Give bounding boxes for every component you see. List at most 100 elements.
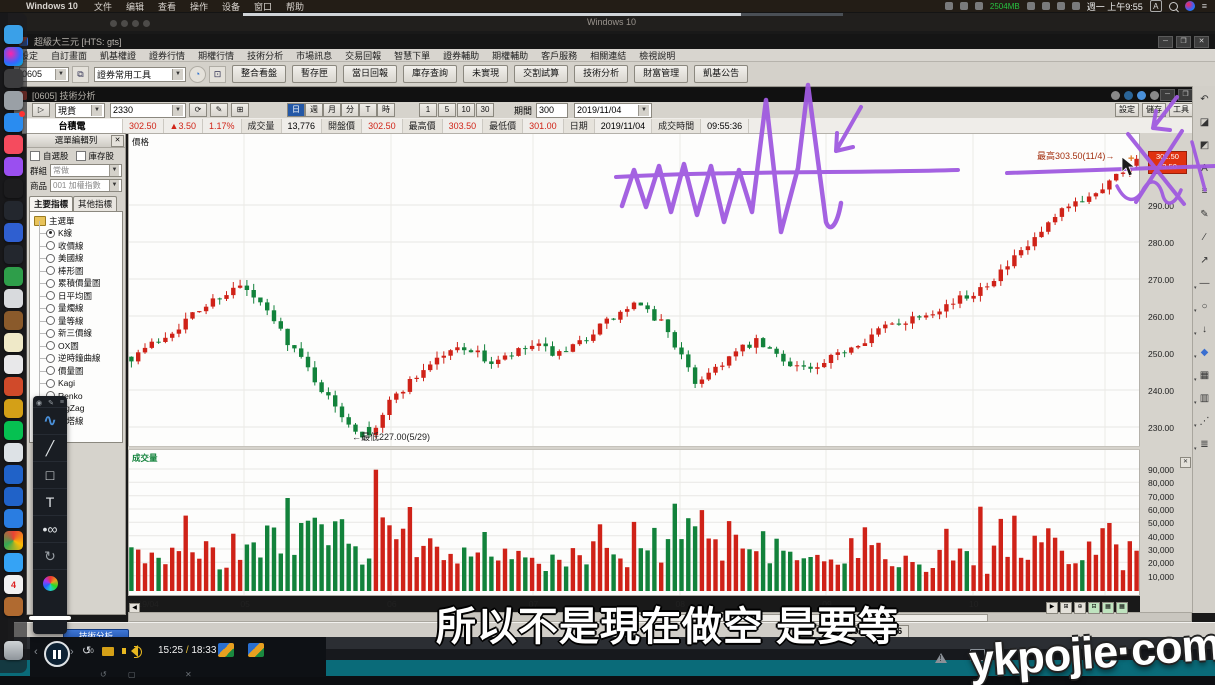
seek-bar[interactable] bbox=[243, 13, 843, 16]
refresh-icon[interactable]: ◔ bbox=[189, 66, 206, 83]
symbol-input[interactable]: 2330▼ bbox=[110, 103, 186, 118]
close-icon[interactable]: ✕ bbox=[1194, 36, 1209, 48]
market-combo[interactable]: 現貨▼ bbox=[55, 103, 105, 118]
annot-header-icon[interactable]: ◉ bbox=[36, 399, 42, 407]
tree-root[interactable]: 主選單 bbox=[34, 214, 122, 227]
period-value-input[interactable]: 300 bbox=[536, 103, 568, 118]
dock-icon-documents[interactable] bbox=[4, 355, 23, 374]
play-button[interactable]: ▷ bbox=[32, 103, 50, 117]
rect-tool[interactable]: □ bbox=[33, 461, 67, 488]
app-menu-證券行情[interactable]: 證券行情 bbox=[149, 49, 185, 62]
input-source-icon[interactable]: A bbox=[1150, 0, 1162, 12]
mdi-circle-icon[interactable] bbox=[1124, 91, 1133, 100]
dock-icon-cash[interactable] bbox=[4, 267, 23, 286]
menubar-menu-操作[interactable]: 操作 bbox=[190, 0, 208, 13]
app-menu-市場訊息[interactable]: 市場訊息 bbox=[296, 49, 332, 62]
chart-mini-icon[interactable]: ⊕ bbox=[1074, 602, 1086, 614]
arrow-tool-icon[interactable]: ↓▾ bbox=[1197, 322, 1212, 337]
hline-tool-icon[interactable]: —▾ bbox=[1197, 276, 1212, 291]
toolbar-button-當日回報[interactable]: 當日回報 bbox=[343, 65, 397, 83]
dock-icon-game[interactable] bbox=[4, 91, 23, 110]
tab-主要指標[interactable]: 主要指標 bbox=[29, 196, 73, 211]
eraser-icon[interactable]: ◪ bbox=[1197, 115, 1212, 130]
toolbar-button-財富管理[interactable]: 財富管理 bbox=[634, 65, 688, 83]
eraser2-icon[interactable]: ◩ bbox=[1197, 138, 1212, 153]
chart-button-設定[interactable]: 設定 bbox=[1115, 103, 1139, 117]
tab-其他指標[interactable]: 其他指標 bbox=[73, 196, 117, 211]
chart-mini-icon[interactable]: ⊞ bbox=[1060, 602, 1072, 614]
toolbar-button-整合看盤[interactable]: 整合看盤 bbox=[232, 65, 286, 83]
prev-chevron-icon[interactable]: ‹ bbox=[34, 646, 38, 658]
minimize-icon[interactable]: ─ bbox=[1160, 89, 1175, 101]
app-menu-證券輔助[interactable]: 證券輔助 bbox=[443, 49, 479, 62]
indicator-item-收價線[interactable]: 收價線 bbox=[34, 240, 122, 253]
dock-icon-blue-app[interactable] bbox=[4, 223, 23, 242]
indicator-item-累積價量圖[interactable]: 累積價量圖 bbox=[34, 277, 122, 290]
vm-close-button[interactable] bbox=[110, 20, 117, 27]
display-icon[interactable] bbox=[945, 2, 953, 10]
vm-zoom-button[interactable] bbox=[132, 20, 139, 27]
toolbar-button-庫存查詢[interactable]: 庫存查詢 bbox=[403, 65, 457, 83]
period-button-日[interactable]: 日 bbox=[287, 103, 305, 117]
size-dots-tool[interactable]: •∞ bbox=[33, 515, 67, 542]
freehand-pen-tool[interactable]: ∿ bbox=[33, 407, 67, 434]
app-menu-凱基權證[interactable]: 凱基權證 bbox=[100, 49, 136, 62]
period-button-時[interactable]: 時 bbox=[377, 103, 395, 117]
chart-icon-button[interactable]: ✎ bbox=[210, 103, 228, 117]
list-tool-icon[interactable]: ≣▾ bbox=[1197, 437, 1212, 452]
clear-tool[interactable]: ↻ bbox=[33, 542, 67, 569]
app-menu-自訂畫面[interactable]: 自訂畫面 bbox=[51, 49, 87, 62]
period-button-週[interactable]: 週 bbox=[305, 103, 323, 117]
next-chevron-icon[interactable]: › bbox=[70, 646, 74, 658]
dock-icon-windows-vm[interactable] bbox=[4, 465, 23, 484]
annot-header-icon[interactable]: ✎ bbox=[48, 399, 54, 407]
close-icon[interactable]: ✕ bbox=[1180, 457, 1191, 468]
menubar-menu-文件[interactable]: 文件 bbox=[94, 0, 112, 13]
pause-button[interactable] bbox=[44, 641, 70, 667]
chart-mini-icon[interactable]: ▶ bbox=[1046, 602, 1058, 614]
thumbnail-icon[interactable] bbox=[248, 643, 264, 657]
dock-icon-charts[interactable] bbox=[4, 399, 23, 418]
close-mini-icon[interactable]: ✕ bbox=[185, 670, 192, 679]
paint-tool-icon[interactable]: ◆▾ bbox=[1197, 345, 1212, 360]
indicator-item-OX圖[interactable]: OX圖 bbox=[34, 340, 122, 353]
app-menu-期權行情[interactable]: 期權行情 bbox=[198, 49, 234, 62]
chart-mini-icon[interactable]: ▦ bbox=[1102, 602, 1114, 614]
app-menu-相關連結[interactable]: 相關連結 bbox=[590, 49, 626, 62]
brush-icon[interactable]: ✎ bbox=[1197, 207, 1212, 222]
menubar-menu-窗口[interactable]: 窗口 bbox=[254, 0, 272, 13]
app-menu-技術分析[interactable]: 技術分析 bbox=[247, 49, 283, 62]
indicator-item-逆時鐘曲線[interactable]: 逆時鐘曲線 bbox=[34, 352, 122, 365]
maximize-icon[interactable]: ❐ bbox=[1176, 36, 1191, 48]
lines-icon[interactable]: ≡ bbox=[1197, 184, 1212, 199]
settings-mini-icon[interactable]: ↺ bbox=[100, 670, 107, 679]
close-icon[interactable]: ✕ bbox=[111, 135, 124, 147]
checkbox-庫存股[interactable] bbox=[76, 151, 86, 161]
chart-button-工具[interactable]: 工具 bbox=[1169, 103, 1193, 117]
folder-shortcut-icon[interactable] bbox=[102, 647, 114, 656]
candlestick-chart[interactable] bbox=[128, 133, 1140, 597]
undo-icon[interactable]: ↶ bbox=[1197, 92, 1212, 107]
indicator-item-日平均圖[interactable]: 日平均圖 bbox=[34, 290, 122, 303]
dock-icon-obs[interactable] bbox=[4, 201, 23, 220]
menubar-menu-编辑[interactable]: 编辑 bbox=[126, 0, 144, 13]
chart-icon-button[interactable]: ⟳ bbox=[189, 103, 207, 117]
menubar-menu-设备[interactable]: 设备 bbox=[222, 0, 240, 13]
color-picker-tool[interactable] bbox=[33, 569, 67, 596]
line-tool[interactable]: ╱ bbox=[33, 434, 67, 461]
chart-mini-icon[interactable]: ⊟ bbox=[1088, 602, 1100, 614]
dock-icon-pictures[interactable] bbox=[4, 443, 23, 462]
menubar-menu-查看[interactable]: 查看 bbox=[158, 0, 176, 13]
dock-icon-windows-vm-2[interactable] bbox=[4, 487, 23, 506]
dock-icon-siri[interactable] bbox=[4, 47, 23, 66]
rewind-10-icon[interactable]: ↺10 bbox=[82, 644, 98, 658]
menubar-app-name[interactable]: Windows 10 bbox=[26, 1, 78, 11]
new-window-icon[interactable]: ⊡ bbox=[209, 66, 226, 83]
dock-icon-launchpad[interactable] bbox=[4, 69, 23, 88]
indicator-item-價量圖[interactable]: 價量圖 bbox=[34, 365, 122, 378]
bars-tool-icon[interactable]: ▥▾ bbox=[1197, 391, 1212, 406]
dock-icon-app-store[interactable] bbox=[4, 113, 23, 132]
eject-icon[interactable] bbox=[1057, 2, 1065, 10]
devices-icon[interactable] bbox=[975, 2, 983, 10]
app-menu-期權輔助[interactable]: 期權輔助 bbox=[492, 49, 528, 62]
